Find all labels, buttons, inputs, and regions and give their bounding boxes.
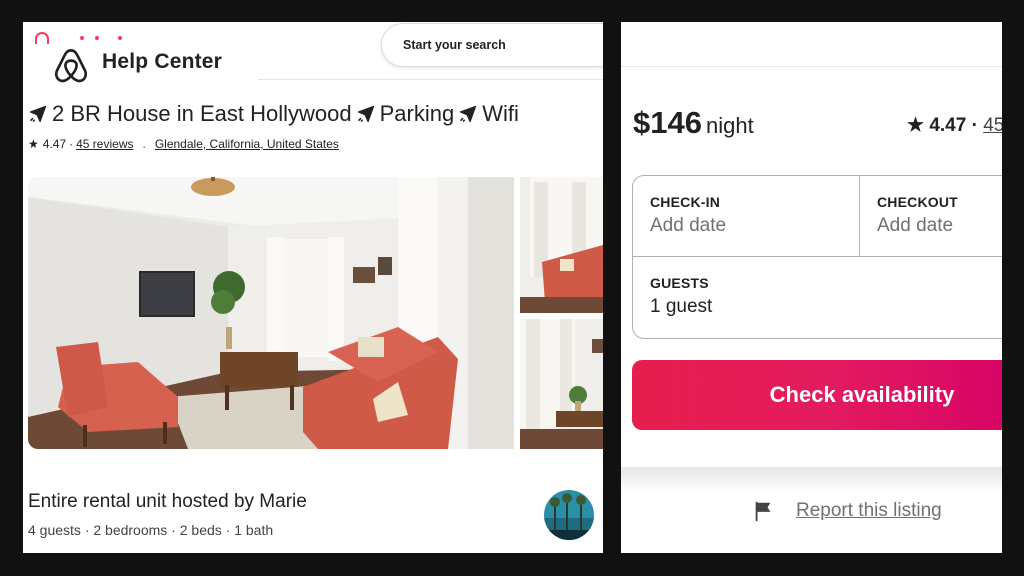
price-amount: $146 xyxy=(633,105,702,140)
booking-rating: ★ 4.47 · 45 xyxy=(907,114,1002,137)
checkin-label: CHECK-IN xyxy=(650,194,721,210)
loading-arc xyxy=(35,32,49,44)
booking-form: CHECK-IN Add date CHECKOUT Add date GUES… xyxy=(632,175,1002,339)
rating-value: 4.47 xyxy=(42,137,67,151)
flag-icon xyxy=(755,501,771,522)
report-listing[interactable]: Report this listing xyxy=(752,500,942,522)
listing-title: 2 BR House in East Hollywood Parking Wif… xyxy=(28,101,519,127)
section-shadow xyxy=(621,467,1002,493)
guests-field[interactable]: GUESTS 1 guest xyxy=(633,257,1002,337)
checkout-label: CHECKOUT xyxy=(877,194,958,210)
listing-title-part: Parking xyxy=(379,101,455,126)
rating-separator: · xyxy=(69,137,74,151)
listing-title-part: 2 BR House in East Hollywood xyxy=(52,101,352,126)
location-link[interactable]: Glendale, California, United States xyxy=(155,137,339,151)
main-photo[interactable] xyxy=(28,177,514,449)
airplane-icon xyxy=(357,105,374,123)
airplane-icon xyxy=(460,105,477,123)
check-availability-label: Check availability xyxy=(769,382,955,407)
star-icon: ★ xyxy=(28,137,39,151)
loading-dot xyxy=(118,36,122,40)
star-icon: ★ xyxy=(907,115,925,136)
checkout-value: Add date xyxy=(877,215,954,236)
listing-meta: ★ 4.47 · 45 reviews . Glendale, Californ… xyxy=(28,137,339,151)
header-divider xyxy=(258,79,603,80)
booking-panel: $146 night ★ 4.47 · 45 CHECK-IN Add date … xyxy=(621,22,1002,553)
search-bar[interactable]: Start your search xyxy=(381,23,603,67)
loading-indicator xyxy=(33,26,133,44)
host-title: Entire rental unit hosted by Marie xyxy=(28,491,307,512)
report-listing-link[interactable]: Report this listing xyxy=(796,500,942,522)
listing-panel: Help Center Start your search 2 BR House… xyxy=(23,22,603,553)
side-photo[interactable] xyxy=(520,319,603,449)
guests-value: 1 guest xyxy=(650,296,713,317)
booking-reviews-link[interactable]: 45 xyxy=(983,115,1002,136)
side-photo[interactable] xyxy=(520,177,603,313)
listing-title-part: Wifi xyxy=(482,101,519,126)
airplane-icon xyxy=(29,105,47,123)
search-placeholder: Start your search xyxy=(403,38,506,52)
help-center-title[interactable]: Help Center xyxy=(102,50,222,74)
price: $146 night xyxy=(633,105,754,141)
checkout-field[interactable]: CHECKOUT Add date xyxy=(860,176,1002,256)
loading-dot xyxy=(95,36,99,40)
checkin-field[interactable]: CHECK-IN Add date xyxy=(633,176,859,256)
header-divider xyxy=(621,66,1002,67)
reviews-link[interactable]: 45 reviews xyxy=(76,137,133,151)
loading-dot xyxy=(80,36,84,40)
price-unit: night xyxy=(705,113,754,138)
checkin-value: Add date xyxy=(650,215,727,236)
meta-separator: . xyxy=(142,137,146,151)
booking-rating-value: 4.47 · xyxy=(929,115,978,136)
airbnb-logo-icon[interactable] xyxy=(53,47,89,85)
host-details: 4 guests · 2 bedrooms · 2 beds · 1 bath xyxy=(28,522,274,538)
check-availability-button[interactable]: Check availability xyxy=(632,360,1002,430)
guests-label: GUESTS xyxy=(650,275,709,291)
host-avatar[interactable] xyxy=(544,490,594,540)
